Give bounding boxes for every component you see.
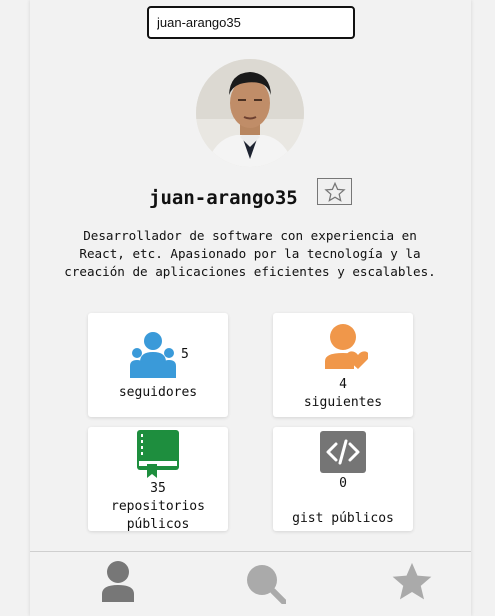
star-outline-icon	[323, 181, 346, 202]
followers-label: seguidores	[118, 385, 198, 400]
repos-card[interactable]: 35 repositorios públicos	[88, 427, 228, 532]
person-heart-icon	[325, 324, 368, 369]
following-count: 4	[339, 377, 347, 392]
following-label: siguientes	[303, 395, 383, 410]
profile-username: juan-arango35	[149, 187, 298, 209]
avatar	[196, 59, 304, 167]
people-icon	[130, 332, 176, 378]
followers-card[interactable]: 5 seguidores	[88, 313, 228, 417]
followers-count: 5	[181, 347, 189, 362]
repos-label-line1: repositorios	[111, 499, 205, 514]
repo-book-icon	[137, 430, 179, 478]
search-input[interactable]	[147, 6, 355, 39]
gists-count: 0	[339, 476, 347, 491]
search-icon[interactable]	[246, 564, 286, 604]
avatar-photo	[196, 59, 304, 167]
star-icon[interactable]	[390, 561, 434, 603]
user-icon[interactable]	[102, 561, 134, 602]
bottom-nav-divider	[30, 551, 471, 552]
gists-card[interactable]: 0 gist públicos	[273, 427, 413, 531]
repos-label-line2: públicos	[126, 517, 190, 532]
profile-bio: Desarrollador de software con experienci…	[64, 228, 436, 279]
gists-label: gist públicos	[292, 511, 394, 526]
favorite-button[interactable]	[317, 178, 352, 205]
following-card[interactable]: 4 siguientes	[273, 313, 413, 417]
repos-count: 35	[150, 481, 166, 496]
code-icon	[320, 431, 366, 473]
